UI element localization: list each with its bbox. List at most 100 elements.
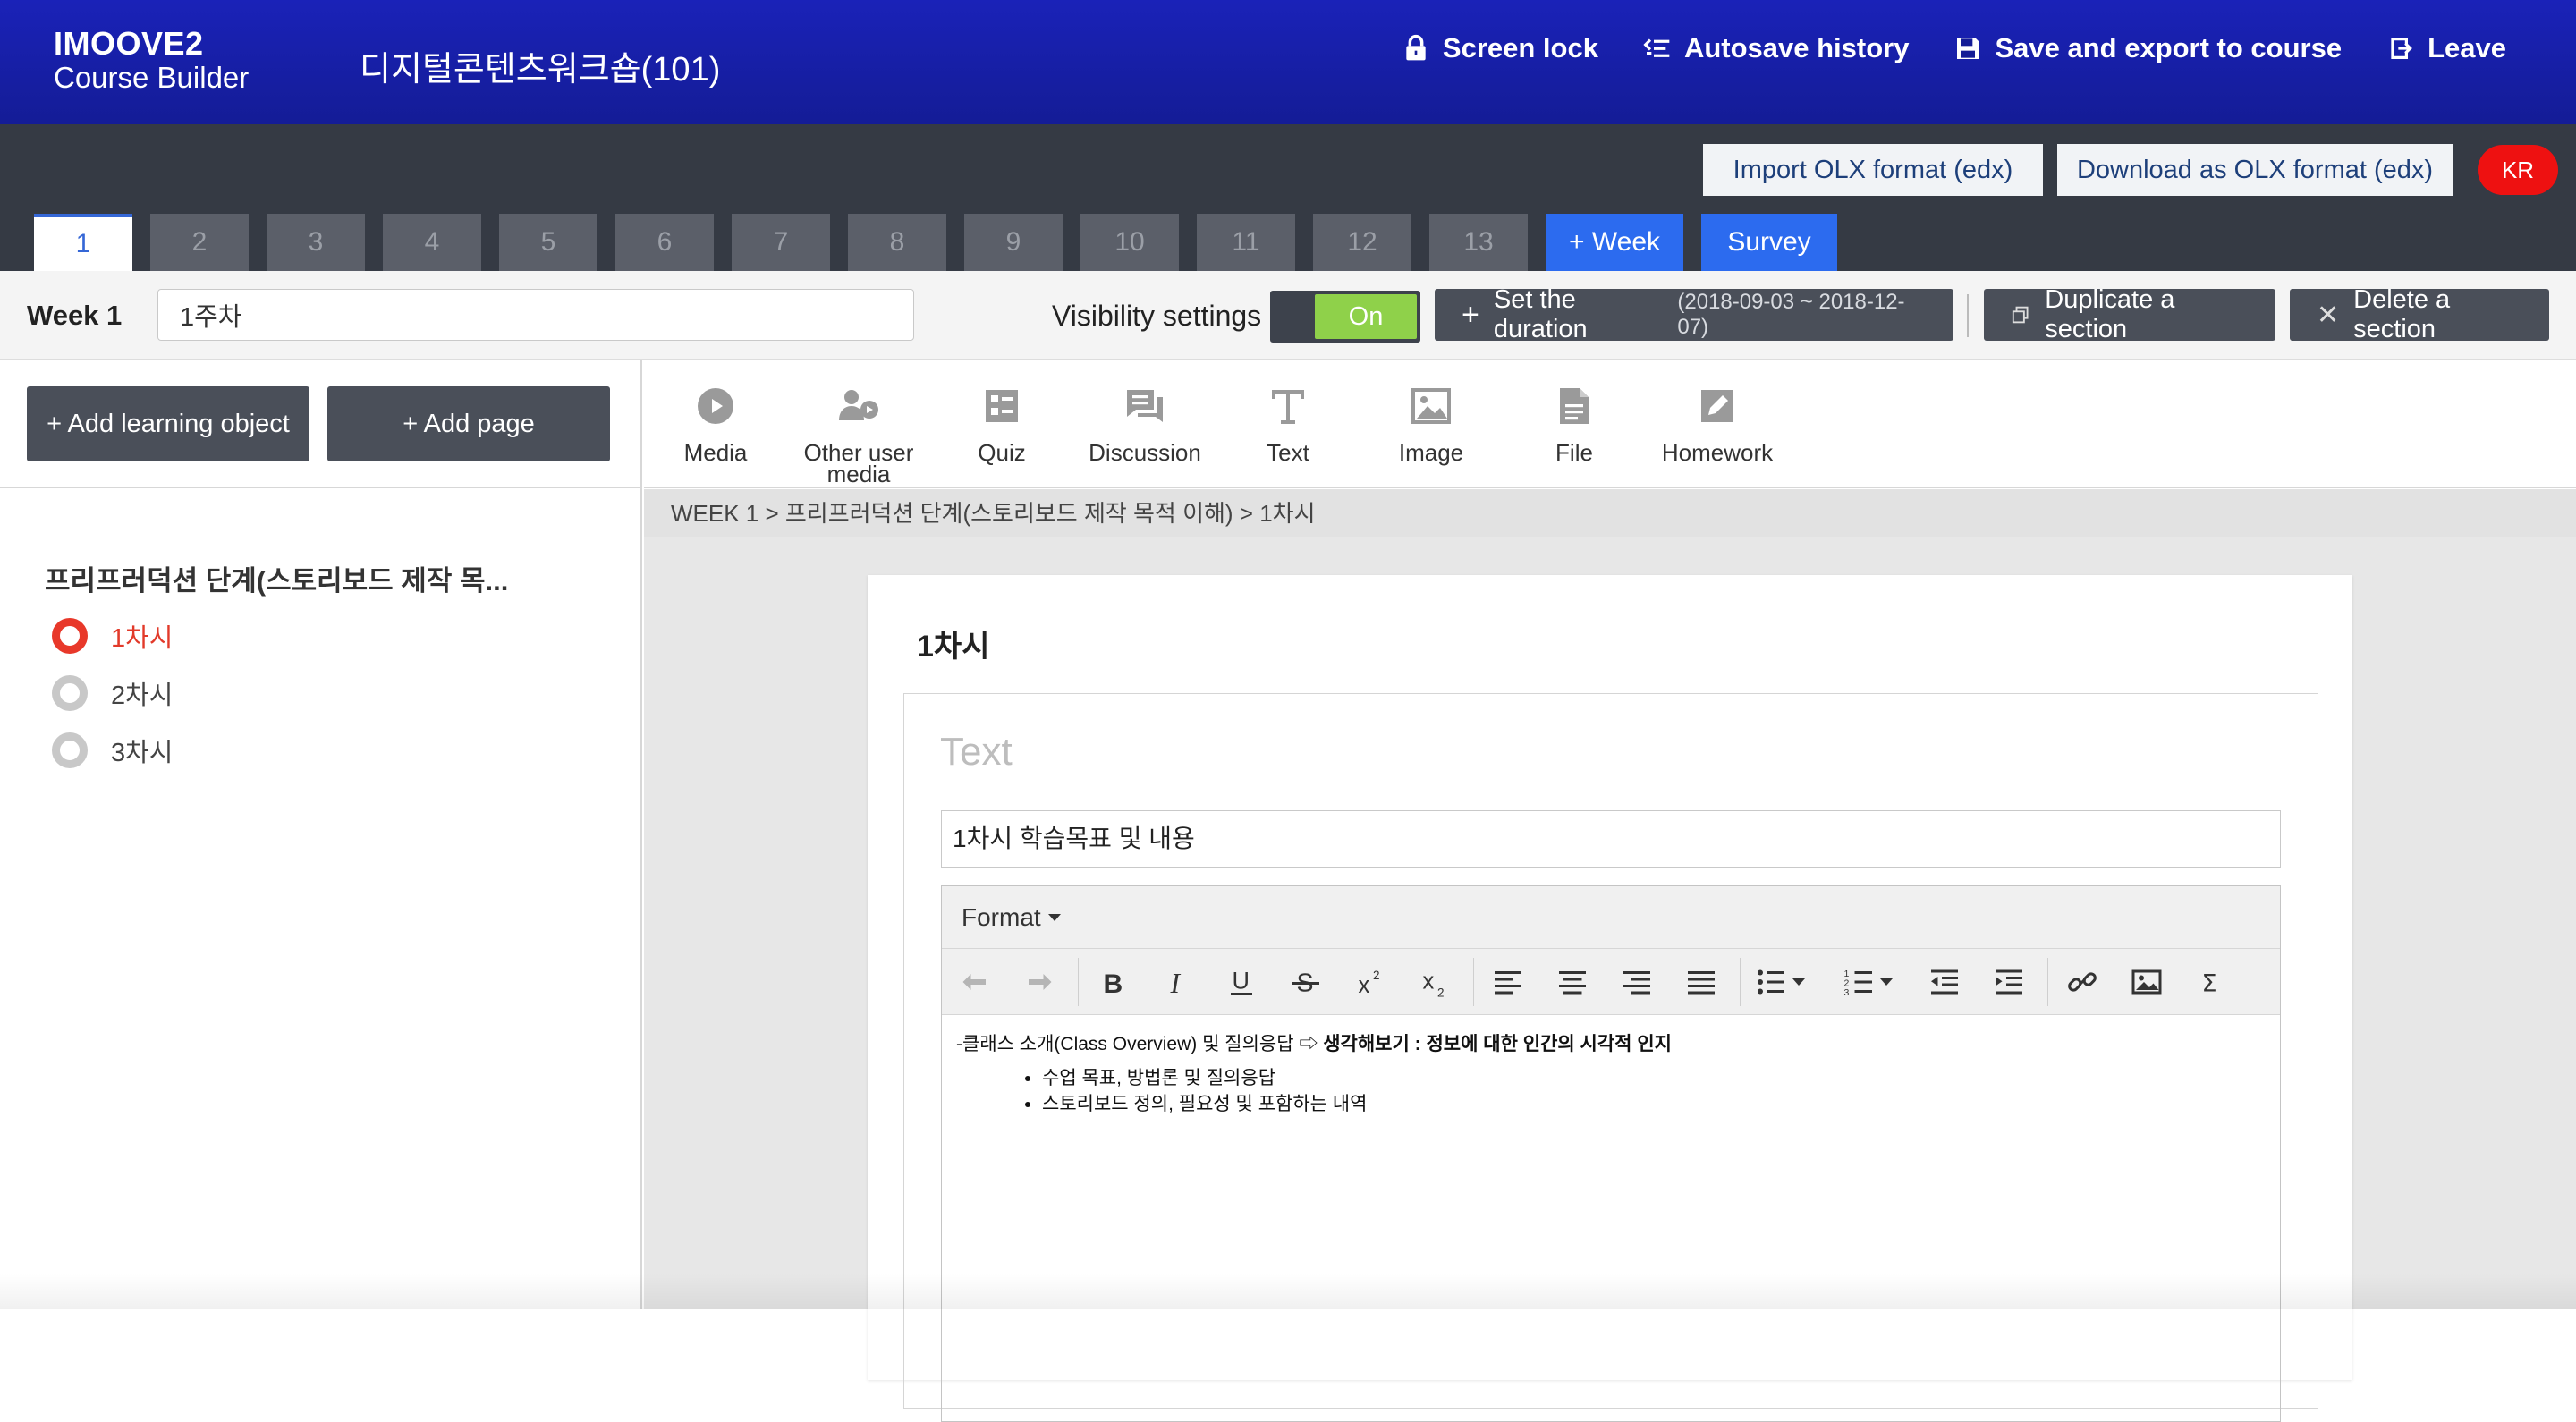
tab-week-3[interactable]: 3 [267,214,365,271]
user-media-icon [839,390,878,420]
lesson-label: 2차시 [111,681,174,710]
align-justify-icon[interactable] [1682,963,1720,1001]
image-tool[interactable]: Image [1364,379,1498,466]
tab-week-11[interactable]: 11 [1197,214,1295,271]
tab-week-12[interactable]: 12 [1313,214,1411,271]
tab-week-7[interactable]: 7 [732,214,830,271]
close-icon: ✕ [2317,300,2340,330]
align-center-icon[interactable] [1554,963,1591,1001]
content-line-prefix: -클래스 소개(Class Overview) 및 질의응답 ⇨ [956,1034,1324,1054]
redo-icon[interactable] [1021,963,1058,1001]
tab-week-6[interactable]: 6 [615,214,714,271]
block-type-label: Text [940,730,1013,774]
bold-icon[interactable]: B [1094,963,1131,1001]
visibility-toggle[interactable]: On [1270,291,1420,343]
tab-week-2[interactable]: 2 [150,214,249,271]
section-title[interactable]: 프리프러덕션 단계(스토리보드 제작 목... [45,558,508,598]
strikethrough-icon[interactable]: S [1287,963,1325,1001]
subscript-icon[interactable]: x2 [1416,963,1453,1001]
text-block[interactable]: Text 1차시 학습목표 및 내용 Format B I U S x2 x2 [903,693,2318,1422]
tab-week-13[interactable]: 13 [1429,214,1528,271]
course-title: 디지털콘텐츠워크숍(101) [360,51,721,89]
superscript-icon[interactable]: x2 [1352,963,1389,1001]
homework-tool[interactable]: Homework [1650,379,1784,464]
bullet-list-caret-icon[interactable] [1788,963,1809,1001]
editor-toolbar: B I U S x2 x2 123 Σ [942,949,2280,1015]
delete-section-label: Delete a section [2353,285,2451,343]
undo-icon[interactable] [956,963,994,1001]
quiz-icon [986,390,1018,422]
language-toggle[interactable]: KR [2478,145,2558,195]
duplicate-section-button[interactable]: Duplicate a section [1984,285,2275,343]
add-learning-object-button[interactable]: + Add learning object [27,386,309,461]
autosave-history-button[interactable]: Autosave history [1643,32,1909,64]
week-tab-bar: Import OLX format (edx) Download as OLX … [0,124,2576,271]
svg-text:I: I [1170,968,1182,998]
lesson-item-3[interactable]: 3차시 [52,732,174,769]
rich-text-editor: Format B I U S x2 x2 1 2 3 Σ -클래스 소개(Cla… [941,885,2281,1422]
homework-icon [1701,390,1733,422]
import-olx-button[interactable]: Import OLX format (edx) [1703,144,2043,196]
add-week-button[interactable]: + Week [1546,214,1683,271]
content-line: -클래스 소개(Class Overview) 및 질의응답 ⇨ 생각해보기 :… [956,1029,2266,1056]
caret-down-icon [1047,913,1061,921]
tab-week-4[interactable]: 4 [383,214,481,271]
italic-icon[interactable]: I [1158,963,1196,1001]
bullet-list-icon[interactable] [1752,963,1790,1001]
align-right-icon[interactable] [1618,963,1656,1001]
discussion-tool[interactable]: Discussion [1078,379,1212,464]
week-title-input[interactable] [157,289,914,341]
block-title-input[interactable]: 1차시 학습목표 및 내용 [941,810,2281,868]
page-card: 1차시 Text 1차시 학습목표 및 내용 Format B I U S x2… [868,575,2352,1422]
tab-week-5[interactable]: 5 [499,214,597,271]
exit-icon [2391,38,2413,59]
set-duration-button[interactable]: + Set the duration (2018-09-03 ~ 2018-12… [1435,285,1953,343]
underline-icon[interactable]: U [1223,963,1260,1001]
image-label: Image [1398,439,1464,466]
tab-week-8[interactable]: 8 [848,214,946,271]
tab-week-1[interactable]: 1 [34,214,132,271]
lesson-item-1[interactable]: 1차시 [52,617,174,655]
leave-label: Leave [2428,32,2506,63]
outdent-icon[interactable] [1926,963,1963,1001]
toolbar-divider [1740,958,1741,1006]
format-dropdown[interactable]: Format [942,886,2280,949]
brand-subtitle: Course Builder [54,61,250,94]
tab-week-9[interactable]: 9 [964,214,1063,271]
text-label: Text [1267,439,1309,466]
lesson-sidebar: + Add learning object + Add page 프리프러덕션 … [0,360,642,1309]
lesson-label: 3차시 [111,739,174,767]
svg-text:Σ: Σ [2202,970,2217,998]
tab-week-10[interactable]: 10 [1080,214,1179,271]
quiz-tool[interactable]: Quiz [935,379,1069,464]
svg-text:x: x [1423,969,1435,995]
file-tool[interactable]: File [1507,379,1641,464]
formula-sigma-icon[interactable]: Σ [2192,963,2230,1001]
add-page-button[interactable]: + Add page [327,386,610,461]
delete-section-button[interactable]: ✕ Delete a section [2290,285,2549,343]
media-tool[interactable]: Media [648,379,783,466]
tab-survey[interactable]: Survey [1701,214,1837,271]
media-label: Media [683,439,748,466]
image-icon [1411,388,1451,424]
page-canvas: 1차시 Text 1차시 학습목표 및 내용 Format B I U S x2… [644,537,2576,1422]
leave-button[interactable]: Leave [2386,32,2506,64]
editor-content[interactable]: -클래스 소개(Class Overview) 및 질의응답 ⇨ 생각해보기 :… [942,1015,2280,1131]
indent-icon[interactable] [1990,963,2028,1001]
text-tool[interactable]: Text [1221,379,1355,466]
save-export-button[interactable]: Save and export to course [1953,32,2342,64]
page-title[interactable]: 1차시 [917,622,989,665]
header-actions: Screen lock Autosave history Save and ex… [1402,32,2506,64]
other-user-media-tool[interactable]: Other user media [792,379,926,486]
lesson-item-2[interactable]: 2차시 [52,674,174,712]
duplicate-section-label: Duplicate a section [2045,285,2175,343]
save-export-label: Save and export to course [1995,32,2343,63]
brand-logo: IMOOVE2 Course Builder [54,27,249,95]
numbered-list-icon[interactable]: 123 [1840,963,1877,1001]
download-olx-button[interactable]: Download as OLX format (edx) [2057,144,2453,196]
numbered-list-caret-icon[interactable] [1876,963,1897,1001]
screen-lock-button[interactable]: Screen lock [1402,32,1598,64]
link-icon[interactable] [2063,963,2101,1001]
align-left-icon[interactable] [1489,963,1527,1001]
insert-image-icon[interactable] [2128,963,2165,1001]
